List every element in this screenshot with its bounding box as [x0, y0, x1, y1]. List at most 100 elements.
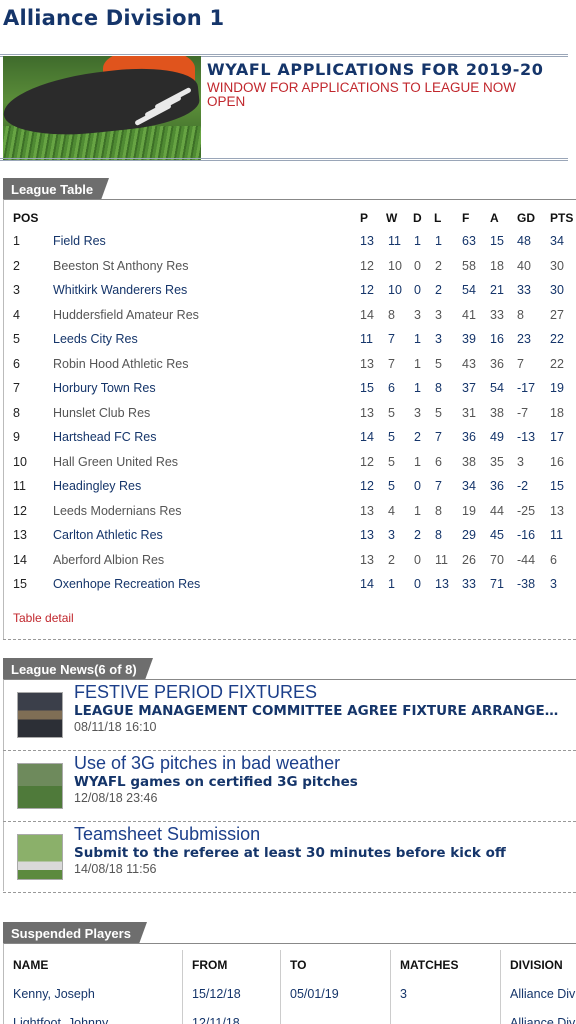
table-row[interactable]: 4 Huddersfield Amateur Res 14 8 3 3 41 33 8 27 [0, 308, 576, 332]
won: 5 [388, 479, 395, 493]
banner-headline[interactable]: WYAFL APPLICATIONS FOR 2019-20 [207, 60, 543, 79]
player-name[interactable]: Kenny, Joseph [13, 987, 95, 1001]
drawn: 0 [414, 577, 421, 591]
played: 12 [360, 258, 374, 273]
table-row[interactable]: 8 Hunslet Club Res 13 5 3 5 31 38 -7 18 [0, 406, 576, 430]
col-p: P [360, 211, 369, 225]
team-name[interactable]: Whitkirk Wanderers Res [53, 283, 187, 297]
drawn: 3 [414, 405, 421, 420]
table-row[interactable]: 1 Field Res 13 11 1 1 63 15 48 34 [0, 234, 576, 258]
goals-against: 44 [490, 503, 504, 518]
table-row[interactable]: 7 Horbury Town Res 15 6 1 8 37 54 -17 19 [0, 381, 576, 405]
team-name[interactable]: Field Res [53, 234, 106, 248]
table-row[interactable]: 10 Hall Green United Res 12 5 1 6 38 35 3 16 [0, 455, 576, 479]
news-title[interactable]: Teamsheet Submission [74, 824, 260, 845]
played: 12 [360, 283, 374, 297]
team-name[interactable]: Hunslet Club Res [53, 406, 150, 420]
player-name[interactable]: Lightfoot, Johnny [13, 1016, 108, 1024]
points: 3 [550, 577, 557, 591]
table-row[interactable]: 5 Leeds City Res 11 7 1 3 39 16 23 22 [0, 332, 576, 356]
section-divider [3, 892, 576, 893]
table-row[interactable]: 14 Aberford Albion Res 13 2 0 11 26 70 -44 6 [0, 553, 576, 577]
won: 5 [388, 405, 395, 420]
goal-difference: 8 [517, 307, 524, 322]
table-row[interactable]: 11 Headingley Res 12 5 0 7 34 36 -2 15 [0, 479, 576, 503]
table-row[interactable]: 2 Beeston St Anthony Res 12 10 0 2 58 18 40 30 [0, 259, 576, 283]
news-title[interactable]: Use of 3G pitches in bad weather [74, 753, 340, 774]
points: 22 [550, 356, 564, 371]
points: 15 [550, 479, 564, 493]
team-name[interactable]: Beeston St Anthony Res [53, 259, 189, 273]
news-banner[interactable]: WYAFL APPLICATIONS FOR 2019-20 WINDOW FO… [0, 54, 576, 162]
goals-for: 58 [462, 258, 476, 273]
won: 5 [388, 454, 395, 469]
team-name[interactable]: Huddersfield Amateur Res [53, 308, 199, 322]
banner-subtext[interactable]: WINDOW FOR APPLICATIONS TO LEAGUE NOW OP… [207, 81, 537, 109]
played: 14 [360, 430, 374, 444]
team-name[interactable]: Leeds City Res [53, 332, 138, 346]
won: 4 [388, 503, 395, 518]
goals-for: 43 [462, 356, 476, 371]
to-date: 05/01/19 [290, 987, 339, 1001]
from-date: 15/12/18 [192, 987, 241, 1001]
goals-for: 37 [462, 381, 476, 395]
goals-for: 39 [462, 332, 476, 346]
matches: 3 [400, 987, 407, 1001]
team-name[interactable]: Leeds Modernians Res [53, 504, 182, 518]
table-row[interactable]: 6 Robin Hood Athletic Res 13 7 1 5 43 36 7 22 [0, 357, 576, 381]
lost: 3 [435, 332, 442, 346]
news-item[interactable]: Teamsheet Submission Submit to the refer… [3, 822, 576, 892]
col-matches: MATCHES [400, 958, 459, 972]
news-thumbnail[interactable] [17, 692, 63, 738]
position: 11 [13, 479, 26, 493]
news-item[interactable]: Use of 3G pitches in bad weather WYAFL g… [3, 751, 576, 821]
news-item[interactable]: FESTIVE PERIOD FIXTURES LEAGUE MANAGEMEN… [3, 680, 576, 750]
lost: 1 [435, 234, 442, 248]
table-row[interactable]: 3 Whitkirk Wanderers Res 12 10 0 2 54 21 33 30 [0, 283, 576, 307]
position: 2 [13, 258, 20, 273]
goal-difference: 48 [517, 234, 531, 248]
team-name[interactable]: Hartshead FC Res [53, 430, 157, 444]
football-boot-image[interactable] [3, 56, 201, 160]
news-title[interactable]: FESTIVE PERIOD FIXTURES [74, 682, 317, 703]
team-name[interactable]: Horbury Town Res [53, 381, 156, 395]
table-row[interactable]: 15 Oxenhope Recreation Res 14 1 0 13 33 71 -38 3 [0, 577, 576, 601]
goal-difference: -2 [517, 479, 529, 493]
suspended-players-box [3, 943, 576, 1024]
team-name[interactable]: Hall Green United Res [53, 455, 178, 469]
col-f: F [462, 211, 470, 225]
goal-difference: 33 [517, 283, 531, 297]
team-name[interactable]: Aberford Albion Res [53, 553, 164, 567]
played: 14 [360, 577, 374, 591]
lost: 8 [435, 381, 442, 395]
team-name[interactable]: Carlton Athletic Res [53, 528, 163, 542]
points: 18 [550, 405, 564, 420]
won: 7 [388, 356, 395, 371]
col-gd: GD [517, 211, 535, 225]
goals-for: 41 [462, 307, 476, 322]
goals-for: 19 [462, 503, 476, 518]
table-row[interactable]: 9 Hartshead FC Res 14 5 2 7 36 49 -13 17 [0, 430, 576, 454]
news-thumbnail[interactable] [17, 763, 63, 809]
team-name[interactable]: Headingley Res [53, 479, 141, 493]
played: 13 [360, 528, 374, 542]
played: 12 [360, 454, 374, 469]
points: 17 [550, 430, 564, 444]
lost: 2 [435, 258, 442, 273]
banner-top-rule [0, 54, 568, 55]
points: 22 [550, 332, 564, 346]
goals-against: 45 [490, 528, 504, 542]
won: 10 [388, 283, 402, 297]
team-name[interactable]: Oxenhope Recreation Res [53, 577, 200, 591]
lost: 8 [435, 528, 442, 542]
table-detail-link[interactable]: Table detail [13, 611, 74, 625]
league-table-header: League Table [3, 178, 110, 200]
lost: 5 [435, 405, 442, 420]
played: 11 [360, 332, 373, 346]
table-row[interactable]: 12 Leeds Modernians Res 13 4 1 8 19 44 -25 13 [0, 504, 576, 528]
played: 14 [360, 307, 374, 322]
news-thumbnail[interactable] [17, 834, 63, 880]
table-row[interactable]: 13 Carlton Athletic Res 13 3 2 8 29 45 -16 11 [0, 528, 576, 552]
team-name[interactable]: Robin Hood Athletic Res [53, 357, 189, 371]
position: 9 [13, 430, 20, 444]
